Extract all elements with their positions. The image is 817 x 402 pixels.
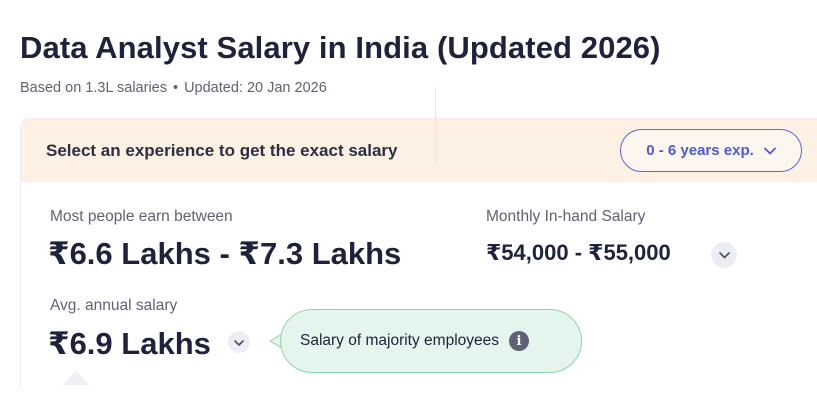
tooltip-text: Salary of majority employees	[300, 332, 499, 349]
monthly-salary-expand-button[interactable]	[711, 242, 737, 268]
avg-salary-value: ₹6.9 Lakhs	[48, 326, 211, 361]
page-title: Data Analyst Salary in India (Updated 20…	[20, 30, 661, 65]
updated-date-text: Updated: 20 Jan 2026	[184, 80, 327, 96]
experience-prompt: Select an experience to get the exact sa…	[46, 141, 398, 160]
stats-divider	[435, 87, 436, 165]
avg-salary-expand-button[interactable]	[228, 331, 250, 353]
salary-count-text: Based on 1.3L salaries	[20, 80, 167, 96]
page-subtitle: Based on 1.3L salaries • Updated: 20 Jan 2…	[20, 80, 327, 96]
bullet-separator: •	[172, 80, 179, 96]
experience-dropdown-value: 0 - 6 years exp.	[646, 142, 754, 159]
chevron-down-icon	[763, 147, 776, 155]
chevron-down-icon	[234, 333, 244, 351]
salary-range-label: Most people earn between	[50, 208, 233, 225]
avg-salary-label: Avg. annual salary	[50, 297, 178, 314]
majority-salary-tooltip: Salary of majority employees i	[280, 309, 582, 373]
pointer-caret	[62, 371, 90, 385]
monthly-salary-value: ₹54,000 - ₹55,000	[486, 240, 671, 265]
monthly-salary-label: Monthly In-hand Salary	[486, 208, 646, 225]
experience-dropdown[interactable]: 0 - 6 years exp.	[620, 129, 802, 172]
info-icon[interactable]: i	[509, 331, 529, 351]
experience-bar: Select an experience to get the exact sa…	[21, 119, 817, 182]
salary-range-value: ₹6.6 Lakhs - ₹7.3 Lakhs	[48, 236, 402, 271]
chevron-down-icon	[718, 246, 730, 264]
